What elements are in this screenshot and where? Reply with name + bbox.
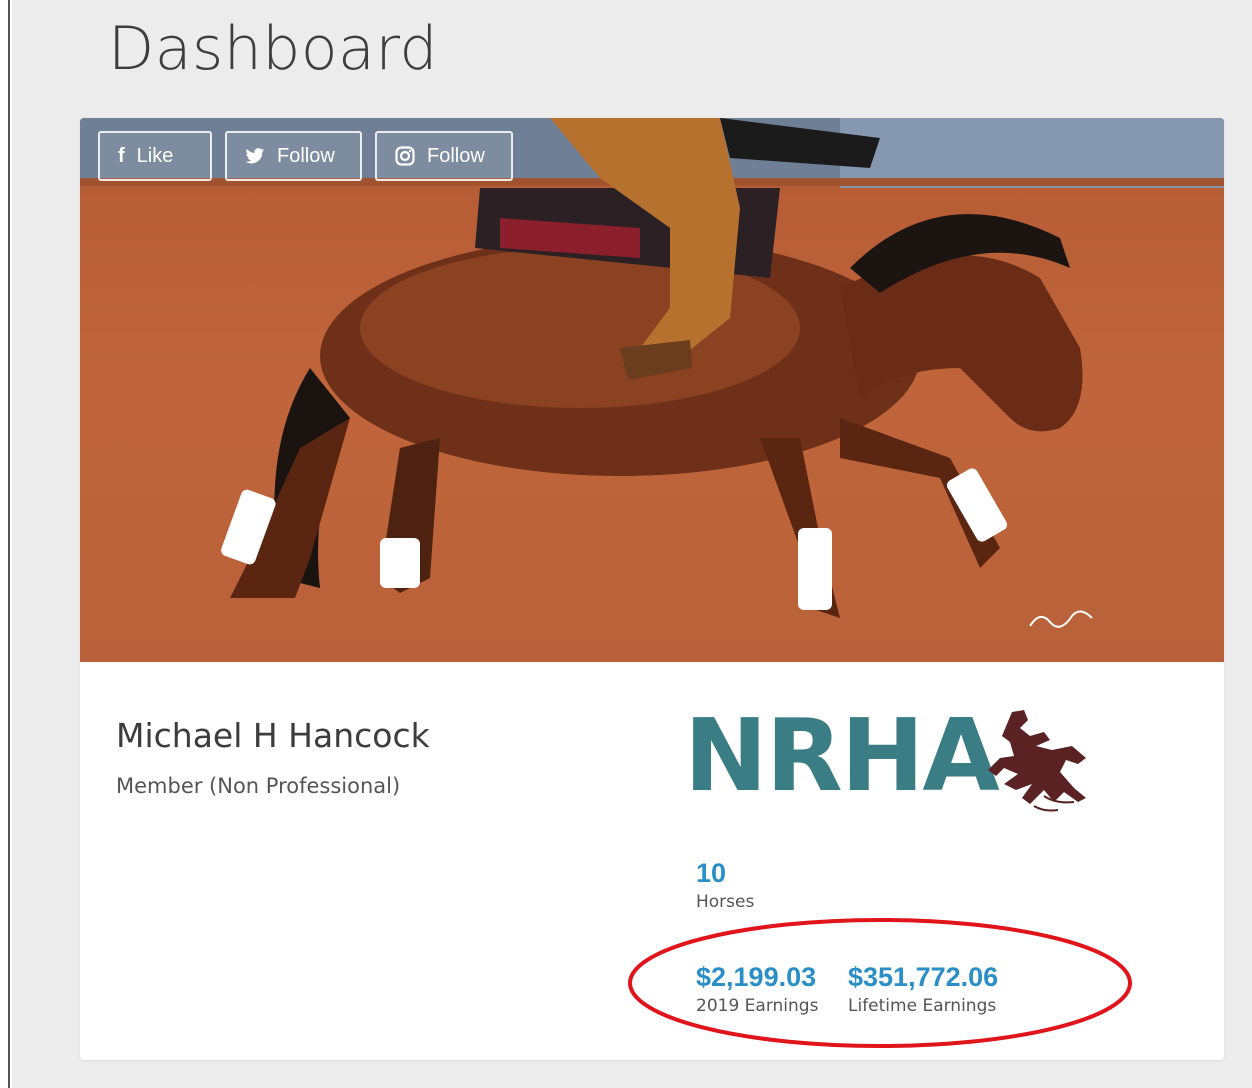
page-title: Dashboard [108, 14, 439, 84]
dashboard-content: Dashboard f Like Follow Follow Michael H… [12, 0, 1252, 1088]
annotation-ellipse [628, 918, 1132, 1048]
facebook-like-label: Like [136, 144, 174, 167]
member-name: Michael H Hancock [116, 716, 430, 755]
instagram-follow-button[interactable]: Follow [375, 131, 513, 181]
nrha-logo-text: NRHA [684, 697, 1000, 814]
instagram-icon [395, 146, 415, 166]
twitter-icon [245, 147, 265, 165]
horses-stat: 10 Horses [696, 858, 754, 912]
banner-photo: f Like Follow Follow [80, 118, 1224, 662]
nrha-logo: NRHA [684, 706, 1104, 816]
twitter-follow-button[interactable]: Follow [225, 131, 362, 181]
left-divider [0, 0, 10, 1088]
facebook-icon: f [118, 144, 125, 167]
horses-count: 10 [696, 858, 727, 888]
instagram-follow-label: Follow [427, 144, 485, 167]
social-buttons: f Like Follow Follow [98, 131, 513, 181]
horses-label: Horses [696, 892, 755, 912]
twitter-follow-label: Follow [277, 144, 335, 167]
horse-photo [80, 118, 1224, 662]
facebook-like-button[interactable]: f Like [98, 131, 212, 181]
reining-rider-icon [988, 710, 1086, 812]
member-type: Member (Non Professional) [116, 774, 401, 798]
